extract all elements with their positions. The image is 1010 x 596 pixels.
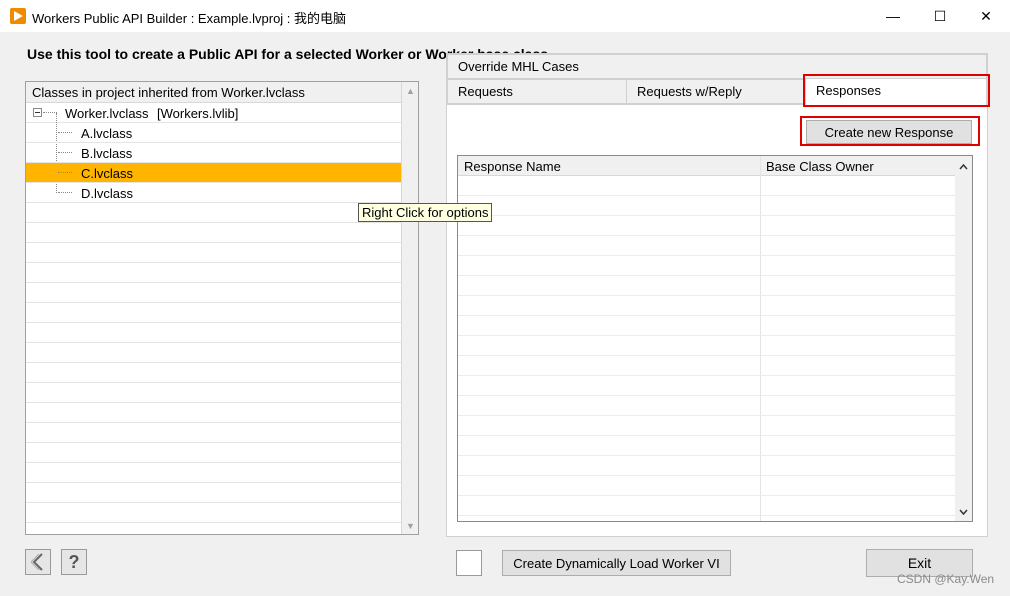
tree-item-label: C.lvclass bbox=[81, 166, 134, 181]
empty-row bbox=[26, 283, 401, 303]
table-row bbox=[458, 436, 955, 456]
tree-item-root[interactable]: Worker.lvclass [Workers.lvlib] bbox=[26, 103, 401, 123]
minimize-button[interactable]: — bbox=[870, 0, 916, 32]
classes-list[interactable]: Classes in project inherited from Worker… bbox=[25, 81, 419, 535]
table-row bbox=[458, 236, 955, 256]
tree-item-root-label: Worker.lvclass bbox=[65, 106, 149, 121]
empty-row bbox=[26, 463, 401, 483]
table-row bbox=[458, 396, 955, 416]
tooltip: Right Click for options bbox=[358, 203, 493, 222]
help-button[interactable]: ? bbox=[61, 549, 87, 575]
table-row bbox=[458, 356, 955, 376]
tree-item-label: D.lvclass bbox=[81, 186, 134, 201]
highlight-box bbox=[803, 74, 990, 107]
triangle-up-icon[interactable]: ▲ bbox=[402, 82, 419, 99]
empty-row bbox=[26, 343, 401, 363]
title-bar: Workers Public API Builder : Example.lvp… bbox=[0, 0, 1010, 32]
table-row bbox=[458, 416, 955, 436]
classes-list-header: Classes in project inherited from Worker… bbox=[26, 82, 401, 103]
tree-item-selected[interactable]: C.lvclass bbox=[26, 163, 401, 183]
table-row bbox=[458, 176, 955, 196]
watermark: CSDN @Kay.Wen bbox=[897, 572, 995, 586]
close-button[interactable]: ✕ bbox=[963, 0, 1009, 32]
empty-row bbox=[26, 363, 401, 383]
empty-row bbox=[26, 303, 401, 323]
empty-row bbox=[26, 243, 401, 263]
table-row bbox=[458, 216, 955, 236]
table-row bbox=[458, 256, 955, 276]
tree-item-label: B.lvclass bbox=[81, 146, 133, 161]
table-row bbox=[458, 336, 955, 356]
empty-row bbox=[26, 223, 401, 243]
classes-scrollbar[interactable]: ▲ ▼ bbox=[401, 82, 418, 534]
table-row bbox=[458, 276, 955, 296]
tab-requests[interactable]: Requests bbox=[447, 79, 627, 104]
table-row bbox=[458, 496, 955, 516]
empty-row bbox=[26, 423, 401, 443]
responses-table-header: Response Name Base Class Owner bbox=[458, 156, 955, 176]
empty-row bbox=[26, 383, 401, 403]
chevron-up-icon[interactable] bbox=[955, 158, 972, 175]
highlight-box bbox=[800, 116, 980, 146]
tree-item-root-library: [Workers.lvlib] bbox=[157, 106, 239, 121]
table-row bbox=[458, 316, 955, 336]
labview-play-icon bbox=[10, 8, 26, 24]
column-base-class-owner[interactable]: Base Class Owner bbox=[766, 159, 874, 174]
tree-item[interactable]: A.lvclass bbox=[26, 123, 401, 143]
chevron-left-icon bbox=[31, 553, 43, 571]
table-row bbox=[458, 476, 955, 496]
back-button[interactable] bbox=[25, 549, 51, 575]
tree-item[interactable]: B.lvclass bbox=[26, 143, 401, 163]
chevron-down-icon[interactable] bbox=[955, 503, 972, 520]
tab-requests-reply[interactable]: Requests w/Reply bbox=[626, 79, 806, 104]
empty-row bbox=[26, 263, 401, 283]
maximize-button[interactable]: ☐ bbox=[917, 0, 963, 32]
collapse-icon[interactable] bbox=[33, 108, 42, 117]
empty-row bbox=[26, 403, 401, 423]
empty-row bbox=[26, 483, 401, 503]
empty-row bbox=[26, 323, 401, 343]
empty-row bbox=[26, 503, 401, 523]
tree-connector bbox=[58, 172, 72, 173]
tree-connector bbox=[58, 152, 72, 153]
responses-table[interactable]: Response Name Base Class Owner bbox=[457, 155, 973, 522]
table-row bbox=[458, 376, 955, 396]
tree-connector bbox=[58, 132, 72, 133]
tree-connector bbox=[43, 112, 57, 113]
column-response-name[interactable]: Response Name bbox=[464, 159, 561, 174]
tree-item[interactable]: D.lvclass bbox=[26, 183, 401, 203]
responses-scrollbar[interactable] bbox=[955, 156, 972, 521]
window-title: Workers Public API Builder : Example.lvp… bbox=[32, 11, 347, 26]
tree-connector bbox=[58, 192, 72, 193]
empty-row bbox=[26, 443, 401, 463]
create-dynamically-load-worker-vi-button[interactable]: Create Dynamically Load Worker VI bbox=[502, 550, 731, 576]
table-row bbox=[458, 296, 955, 316]
empty-row bbox=[26, 203, 401, 223]
checkbox[interactable] bbox=[456, 550, 482, 576]
tree-item-label: A.lvclass bbox=[81, 126, 133, 141]
table-row bbox=[458, 456, 955, 476]
table-row bbox=[458, 196, 955, 216]
triangle-down-icon[interactable]: ▼ bbox=[402, 517, 419, 534]
